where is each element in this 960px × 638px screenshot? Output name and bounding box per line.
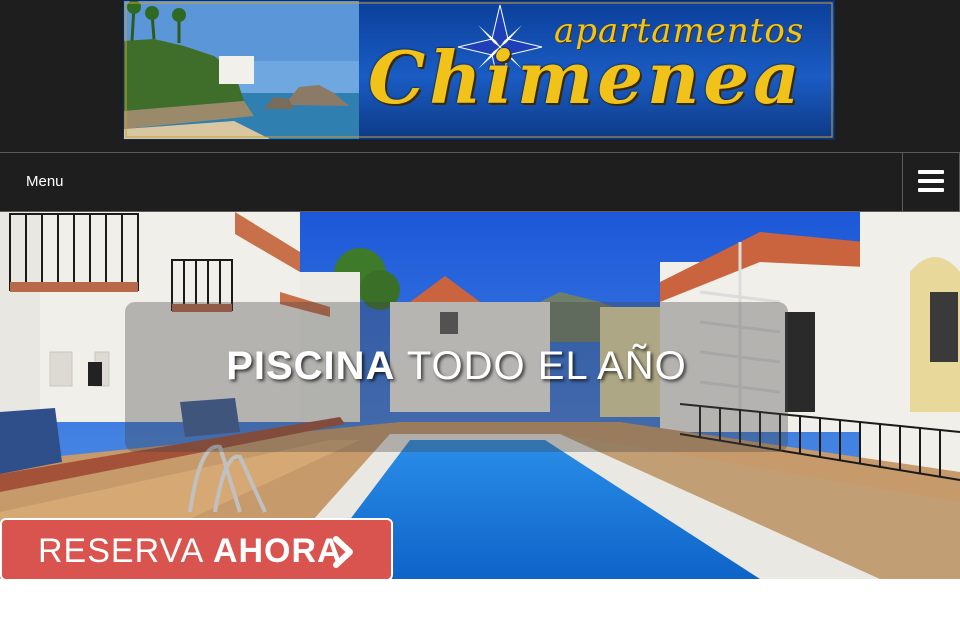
reserve-now-button[interactable]: RESERVA AHORA (0, 518, 393, 579)
menu-toggle-button[interactable] (902, 152, 960, 212)
hamburger-icon (918, 170, 944, 192)
cta-label: RESERVA AHORA (38, 532, 343, 571)
header-band: apartamentos Chimenea (0, 0, 960, 152)
cta-label-bold: AHORA (212, 532, 343, 570)
menu-label[interactable]: Menu (26, 173, 64, 190)
caption-overlay: PISCINA TODO EL AÑO (125, 302, 788, 452)
cta-label-light: RESERVA (38, 532, 213, 570)
brand-name: Chimenea (368, 35, 804, 120)
caption-light: TODO EL AÑO (395, 344, 687, 388)
main-navbar: Menu (0, 152, 960, 212)
slide-caption: PISCINA TODO EL AÑO (125, 344, 788, 389)
chevron-right-icon (333, 536, 353, 568)
site-logo-banner[interactable]: apartamentos Chimenea (123, 0, 835, 140)
caption-bold: PISCINA (226, 344, 396, 388)
hero-slider: PISCINA TODO EL AÑO RESERVA AHORA (0, 212, 960, 579)
